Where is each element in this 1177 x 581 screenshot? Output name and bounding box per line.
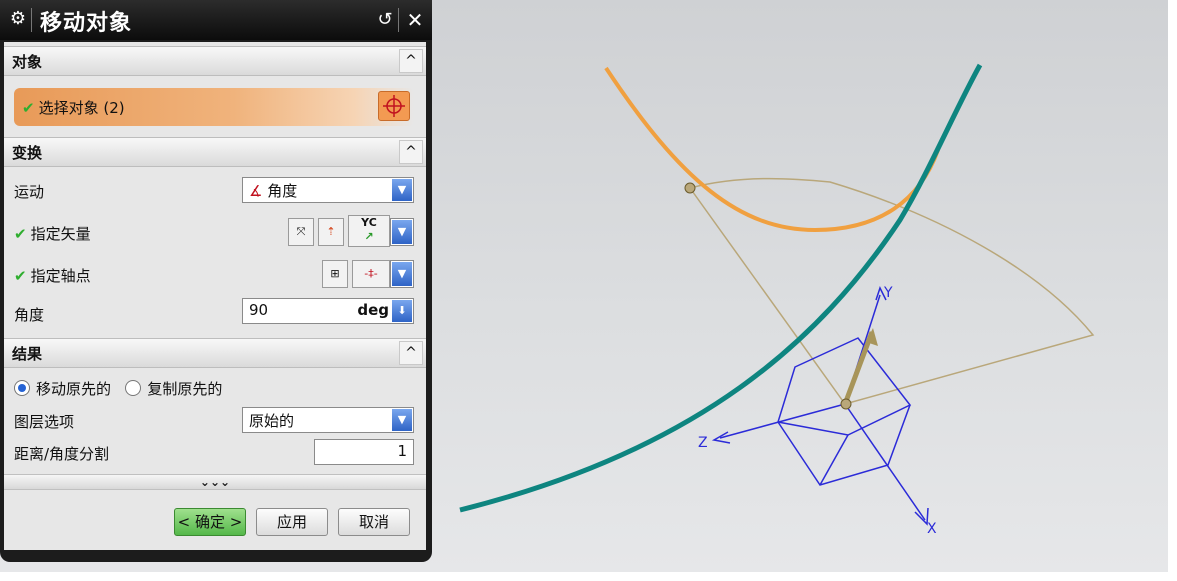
- angle-unit: deg: [357, 301, 389, 319]
- teal-curve: [459, 63, 983, 513]
- chevron-down-icon[interactable]: ▼: [392, 409, 412, 431]
- check-icon: ✔: [22, 99, 35, 117]
- check-icon: ✔: [14, 225, 27, 243]
- radio-selected-icon[interactable]: [14, 380, 30, 396]
- motion-value: 角度: [267, 182, 298, 200]
- point-type-button[interactable]: -‡-: [352, 260, 390, 288]
- section-object-label: 对象: [12, 53, 43, 71]
- more-options-toggle[interactable]: ⌄⌄⌄: [4, 474, 426, 490]
- vector-dialog-button[interactable]: ⇡: [318, 218, 344, 246]
- axis-x-label: X: [927, 521, 937, 537]
- select-object-label: 选择对象 (2): [38, 99, 125, 117]
- point-dialog-button[interactable]: ⊞: [322, 260, 348, 288]
- arc-start-point: [684, 182, 696, 194]
- dialog-titlebar[interactable]: ⚙ 移动对象 ↺ ✕: [0, 0, 432, 40]
- vector-row-label: ✔ 指定矢量: [14, 223, 91, 244]
- ok-button[interactable]: < 确定 >: [174, 508, 246, 536]
- collapse-chevron-icon[interactable]: ^: [399, 140, 423, 164]
- collapse-chevron-icon[interactable]: ^: [399, 49, 423, 73]
- apply-button[interactable]: 应用: [256, 508, 328, 536]
- pivot-label: 指定轴点: [30, 267, 91, 285]
- radio-unselected-icon[interactable]: [125, 380, 142, 396]
- arrow-down-icon[interactable]: ⬇: [392, 300, 412, 322]
- section-result-label: 结果: [12, 345, 43, 363]
- vector-type-button[interactable]: YC ↗: [348, 215, 390, 247]
- section-transform-header[interactable]: 变换 ^: [4, 137, 426, 167]
- vector-label: 指定矢量: [30, 225, 91, 243]
- crosshair-icon: [383, 95, 405, 117]
- select-object-row[interactable]: ✔ 选择对象 (2): [14, 88, 414, 126]
- rotation-triad: [711, 286, 929, 526]
- orange-curve: [604, 66, 940, 233]
- divide-value: 1: [397, 442, 407, 460]
- dialog-body: 对象 ^ ✔ 选择对象 (2) 变换 ^ 运动 ∡ 角度 ▼ ✔ 指定矢量 ⤧ ⇡: [4, 42, 426, 550]
- pivot-point: [840, 398, 852, 410]
- angle-label: 角度: [14, 306, 45, 324]
- angle-value: 90: [249, 301, 269, 319]
- chevron-down-icon[interactable]: ▼: [392, 262, 412, 286]
- chevron-down-icon[interactable]: ▼: [392, 179, 412, 201]
- pivot-row-label: ✔ 指定轴点: [14, 265, 91, 286]
- collapse-chevron-icon[interactable]: ^: [399, 341, 423, 365]
- angle-icon: ∡: [249, 182, 263, 200]
- section-transform-label: 变换: [12, 144, 43, 162]
- move-original-radio[interactable]: 移动原先的: [14, 380, 111, 398]
- move-object-dialog: ⚙ 移动对象 ↺ ✕ 对象 ^ ✔ 选择对象 (2) 变换 ^ 运动 ∡ 角度 …: [0, 0, 432, 562]
- divide-label: 距离/角度分割: [14, 445, 110, 463]
- layer-label: 图层选项: [14, 413, 75, 431]
- layer-value: 原始的: [249, 412, 295, 430]
- copy-original-label: 复制原先的: [147, 380, 223, 398]
- dialog-title: 移动对象: [40, 11, 133, 36]
- axis-y-label: Y: [883, 285, 893, 301]
- motion-label: 运动: [14, 183, 45, 201]
- reset-icon[interactable]: ↺: [374, 8, 396, 32]
- axis-z-label: Z: [698, 435, 708, 451]
- chevron-down-icon[interactable]: ▼: [392, 220, 412, 244]
- result-options: 移动原先的 复制原先的: [14, 378, 222, 399]
- section-object-header[interactable]: 对象 ^: [4, 46, 426, 76]
- move-original-label: 移动原先的: [36, 380, 112, 398]
- check-icon: ✔: [14, 267, 27, 285]
- section-result-header[interactable]: 结果 ^: [4, 338, 426, 368]
- motion-select[interactable]: ∡ 角度 ▼: [242, 177, 414, 203]
- vector-dropdown[interactable]: ▼: [390, 218, 414, 246]
- divide-input[interactable]: 1: [314, 439, 414, 465]
- vector-option: YC: [361, 216, 377, 229]
- copy-original-radio[interactable]: 复制原先的: [125, 380, 222, 398]
- arrow-icon: ↗: [364, 230, 374, 243]
- angle-input[interactable]: 90 deg ⬇: [242, 298, 414, 324]
- layer-select[interactable]: 原始的 ▼: [242, 407, 414, 433]
- gear-icon[interactable]: ⚙: [8, 9, 28, 29]
- expand-more-icon: ⌄⌄⌄: [199, 475, 231, 489]
- cancel-button[interactable]: 取消: [338, 508, 410, 536]
- reverse-direction-button[interactable]: ⤧: [288, 218, 314, 246]
- close-icon[interactable]: ✕: [403, 8, 427, 32]
- pivot-dropdown[interactable]: ▼: [390, 260, 414, 288]
- crosshair-select-button[interactable]: [378, 91, 410, 121]
